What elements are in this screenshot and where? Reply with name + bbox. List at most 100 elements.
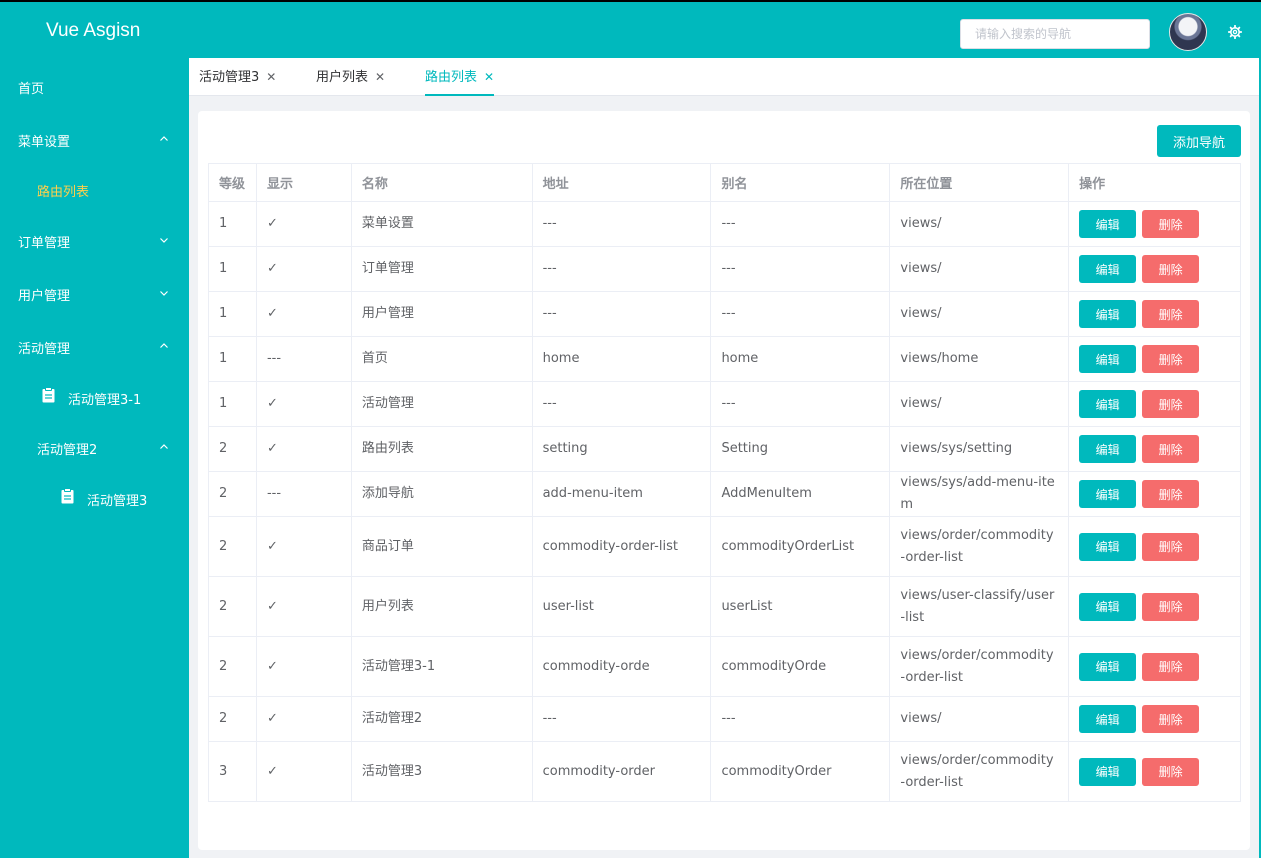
- alias-cell: AddMenuItem: [710, 471, 891, 517]
- sidebar-menu: 首页 菜单设置 路由列表 订单管理 用户管理 活动管理 活动管理3-1 活动管理…: [0, 58, 189, 858]
- delete-button[interactable]: 删除: [1142, 532, 1200, 561]
- alias-cell: ---: [710, 381, 891, 427]
- alias-cell: ---: [710, 696, 891, 742]
- table-row: 1 ✓ 用户管理 --- --- views/编辑 删除: [208, 291, 1241, 337]
- close-icon[interactable]: ✕: [484, 70, 494, 84]
- main-content: 活动管理3 ✕ 用户列表 ✕ 路由列表 ✕ 添加导航 等级 显示 名称 地址 别名: [189, 58, 1259, 858]
- name-cell: 活动管理3-1: [350, 636, 533, 697]
- clipboard-icon: [42, 387, 55, 403]
- edit-button[interactable]: 编辑: [1079, 210, 1137, 238]
- sidebar-item-activity-management[interactable]: 活动管理: [0, 321, 189, 371]
- sidebar-item-activity-2[interactable]: 活动管理2: [0, 422, 189, 472]
- show-cell: ✓: [255, 696, 352, 742]
- path-cell: ---: [531, 291, 712, 337]
- sidebar-item-route-list[interactable]: 路由列表: [0, 164, 189, 214]
- delete-button[interactable]: 删除: [1142, 757, 1200, 786]
- edit-button[interactable]: 编辑: [1079, 757, 1137, 786]
- delete-button[interactable]: 删除: [1142, 345, 1200, 373]
- edit-button[interactable]: 编辑: [1079, 345, 1137, 373]
- sidebar-item-home[interactable]: 首页: [0, 61, 189, 111]
- show-cell: ✓: [255, 291, 352, 337]
- column-header: 所在位置: [889, 163, 1070, 202]
- table-row: 2 ✓ 活动管理2 --- --- views/编辑 删除: [208, 696, 1241, 742]
- location-cell: views/: [889, 201, 1070, 247]
- tab-user-list[interactable]: 用户列表 ✕: [316, 58, 385, 96]
- tab-route-list[interactable]: 路由列表 ✕: [425, 58, 495, 96]
- edit-button[interactable]: 编辑: [1079, 300, 1137, 328]
- actions-cell: 编辑 删除: [1068, 741, 1241, 802]
- alias-cell: ---: [710, 291, 891, 337]
- sidebar-item-order-management[interactable]: 订单管理: [0, 215, 189, 265]
- edit-button[interactable]: 编辑: [1079, 592, 1137, 621]
- path-cell: add-menu-item: [531, 471, 712, 517]
- edit-button[interactable]: 编辑: [1079, 532, 1137, 561]
- alias-cell: commodityOrde: [710, 636, 891, 697]
- table-row: 1 ✓ 活动管理 --- --- views/编辑 删除: [208, 381, 1241, 427]
- actions-cell: 编辑 删除: [1068, 336, 1241, 382]
- name-cell: 活动管理2: [350, 696, 533, 742]
- show-cell: ✓: [255, 201, 352, 247]
- alias-cell: commodityOrder: [710, 741, 891, 802]
- gear-icon[interactable]: [1228, 25, 1242, 39]
- name-cell: 菜单设置: [350, 201, 533, 247]
- name-cell: 首页: [350, 336, 533, 382]
- table-row: 2 ✓ 路由列表 setting Setting views/sys/setting 编辑删…: [208, 426, 1241, 472]
- table-row: 2 --- 添加导航 add-menu-item AddMenuItem views/sy…: [208, 471, 1241, 517]
- top-header: Vue Asgisn: [0, 0, 1261, 58]
- delete-button[interactable]: 删除: [1142, 435, 1200, 463]
- delete-button[interactable]: 删除: [1142, 300, 1200, 328]
- table-row: 3 ✓ 活动管理3 commodity-order commodityOrder view…: [208, 741, 1241, 802]
- delete-button[interactable]: 删除: [1142, 592, 1200, 621]
- sidebar-item-label: 活动管理3: [87, 494, 148, 509]
- delete-button[interactable]: 删除: [1142, 255, 1200, 283]
- actions-cell: 编辑 删除: [1068, 291, 1241, 337]
- sidebar-item-menu-settings[interactable]: 菜单设置: [0, 114, 189, 164]
- show-cell: ---: [255, 336, 352, 382]
- user-avatar[interactable]: [1169, 13, 1207, 51]
- edit-button[interactable]: 编辑: [1079, 255, 1137, 283]
- edit-button[interactable]: 编辑: [1079, 705, 1137, 733]
- level-cell: 1: [208, 246, 257, 292]
- edit-button[interactable]: 编辑: [1079, 390, 1137, 418]
- tab-activity-3[interactable]: 活动管理3 ✕: [199, 58, 276, 96]
- nav-search-input[interactable]: [960, 19, 1150, 49]
- level-cell: 1: [208, 201, 257, 247]
- path-cell: commodity-order-list: [531, 516, 712, 577]
- sidebar-item-activity-3-1[interactable]: 活动管理3-1: [0, 372, 189, 422]
- alias-cell: userList: [710, 576, 891, 637]
- path-cell: ---: [531, 381, 712, 427]
- location-cell: views/order/commodity-order-list: [889, 741, 1070, 802]
- delete-button[interactable]: 删除: [1142, 705, 1200, 733]
- level-cell: 1: [208, 336, 257, 382]
- show-cell: ✓: [255, 741, 352, 802]
- name-cell: 商品订单: [350, 516, 533, 577]
- close-icon[interactable]: ✕: [375, 70, 385, 84]
- edit-button[interactable]: 编辑: [1079, 652, 1137, 681]
- sidebar-item-user-management[interactable]: 用户管理: [0, 268, 189, 318]
- path-cell: ---: [531, 696, 712, 742]
- add-nav-button[interactable]: 添加导航: [1157, 125, 1241, 157]
- alias-cell: ---: [710, 201, 891, 247]
- edit-button[interactable]: 编辑: [1079, 480, 1137, 508]
- delete-button[interactable]: 删除: [1142, 480, 1200, 508]
- show-cell: ---: [255, 471, 352, 517]
- actions-cell: 编辑 删除: [1068, 636, 1241, 697]
- show-cell: ✓: [255, 426, 352, 472]
- level-cell: 2: [208, 696, 257, 742]
- location-cell: views/sys/setting: [889, 426, 1070, 472]
- tab-label: 用户列表: [316, 70, 369, 85]
- app-title: Vue Asgisn: [46, 20, 141, 41]
- delete-button[interactable]: 删除: [1142, 652, 1200, 681]
- level-cell: 2: [208, 426, 257, 472]
- edit-button[interactable]: 编辑: [1079, 435, 1137, 463]
- delete-button[interactable]: 删除: [1142, 210, 1200, 238]
- path-cell: user-list: [531, 576, 712, 637]
- clipboard-icon: [61, 488, 74, 504]
- column-header: 别名: [710, 163, 891, 202]
- sidebar-item-activity-3[interactable]: 活动管理3: [0, 473, 189, 523]
- column-header: 等级: [208, 163, 257, 202]
- close-icon[interactable]: ✕: [266, 70, 276, 84]
- location-cell: views/user-classify/user-list: [889, 576, 1070, 637]
- sidebar-item-label: 首页: [18, 82, 45, 97]
- delete-button[interactable]: 删除: [1142, 390, 1200, 418]
